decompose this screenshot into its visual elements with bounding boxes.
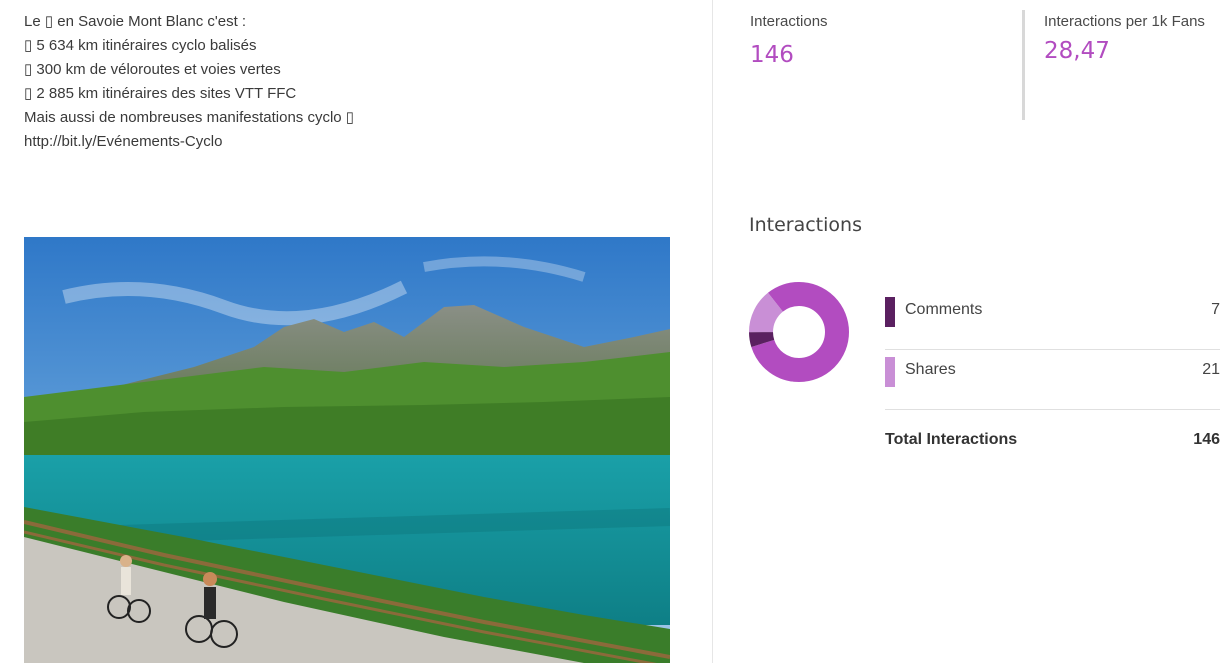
- total-interactions-label: Total Interactions: [885, 431, 1018, 448]
- interactions-label: Interactions: [750, 13, 828, 30]
- post-line: ▯ 300 km de véloroutes et voies vertes: [24, 61, 281, 78]
- comments-swatch: [885, 297, 895, 327]
- comments-label: Comments: [905, 301, 983, 318]
- post-line: ▯ 5 634 km itinéraires cyclo balisés: [24, 37, 257, 54]
- post-photo[interactable]: [24, 237, 670, 663]
- legend-total-row: Total Interactions 146: [885, 410, 1220, 450]
- breakdown-title: Interactions: [749, 214, 862, 236]
- column-divider: [712, 0, 713, 663]
- shares-label: Shares: [905, 361, 956, 378]
- shares-value: 21: [1202, 361, 1220, 378]
- legend-row-comments: Comments 7: [885, 290, 1220, 350]
- post-line: Le ▯ en Savoie Mont Blanc c'est :: [24, 13, 247, 30]
- post-text: Le ▯ en Savoie Mont Blanc c'est : ▯ 5 63…: [24, 10, 684, 154]
- post-lines: Le ▯ en Savoie Mont Blanc c'est : ▯ 5 63…: [24, 10, 684, 154]
- interactions-per1k-label: Interactions per 1k Fans: [1044, 13, 1205, 30]
- lake-cyclists-photo: [24, 237, 670, 663]
- interactions-legend: Comments 7 Shares 21 Total Interactions …: [885, 290, 1220, 450]
- interactions-metric: Interactions 146: [750, 10, 1000, 68]
- interactions-per1k-metric: Interactions per 1k Fans 28,47: [1022, 10, 1222, 120]
- interactions-value: 146: [750, 42, 794, 68]
- post-analytics-panel: Le ▯ en Savoie Mont Blanc c'est : ▯ 5 63…: [0, 0, 1232, 663]
- post-line: Mais aussi de nombreuses manifestations …: [24, 109, 355, 126]
- post-link[interactable]: http://bit.ly/Evénements-Cyclo: [24, 130, 684, 154]
- legend-row-shares: Shares 21: [885, 350, 1220, 410]
- interactions-per1k-value: 28,47: [1044, 38, 1110, 64]
- post-line: ▯ 2 885 km itinéraires des sites VTT FFC: [24, 85, 297, 102]
- shares-swatch: [885, 357, 895, 387]
- interactions-donut-chart[interactable]: [749, 282, 849, 382]
- total-interactions-value: 146: [1193, 431, 1220, 448]
- comments-value: 7: [1211, 301, 1220, 318]
